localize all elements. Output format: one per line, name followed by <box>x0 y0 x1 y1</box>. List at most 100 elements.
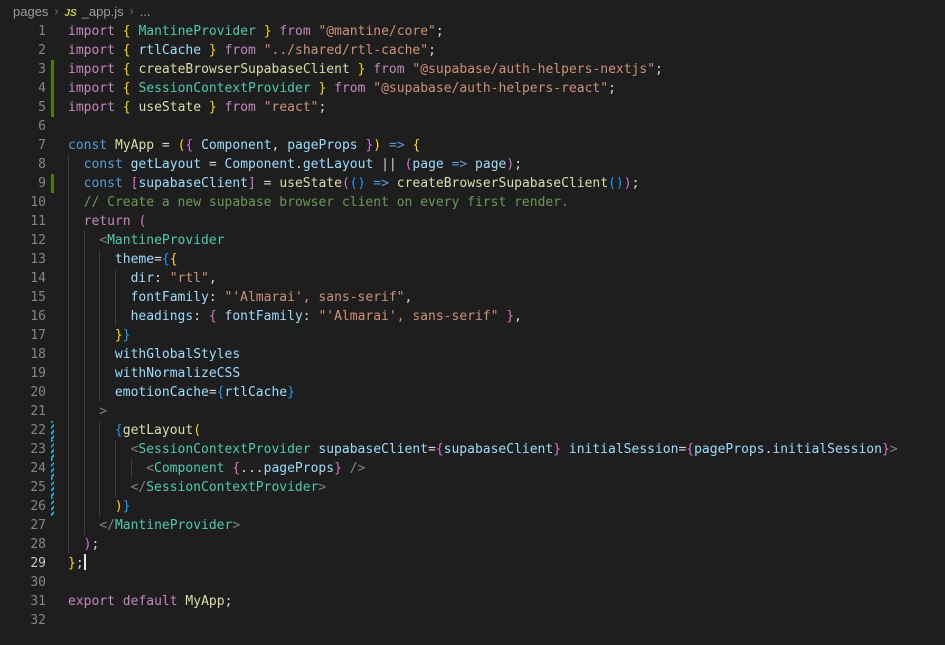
code-text[interactable]: <MantineProvider <box>68 231 225 250</box>
code-line[interactable]: 20 emotionCache={rtlCache} <box>0 383 945 402</box>
line-number[interactable]: 15 <box>0 288 46 307</box>
line-number[interactable]: 14 <box>0 269 46 288</box>
code-text[interactable]: import { createBrowserSupabaseClient } f… <box>68 60 663 79</box>
code-text[interactable]: // Create a new supabase browser client … <box>68 193 569 212</box>
code-text[interactable]: dir: "rtl", <box>68 269 217 288</box>
code-text[interactable]: ); <box>68 535 99 554</box>
line-number[interactable]: 16 <box>0 307 46 326</box>
line-number[interactable]: 27 <box>0 516 46 535</box>
code-text[interactable]: const [supabaseClient] = useState(() => … <box>68 174 639 193</box>
code-text[interactable]: import { SessionContextProvider } from "… <box>68 79 616 98</box>
code-text[interactable]: > <box>68 402 107 421</box>
line-number[interactable]: 11 <box>0 212 46 231</box>
code-line[interactable]: 2 import { rtlCache } from "../shared/rtl… <box>0 41 945 60</box>
code-text[interactable]: headings: { fontFamily: "'Almarai', sans… <box>68 307 522 326</box>
code-text[interactable]: return ( <box>68 212 146 231</box>
code-text[interactable]: )} <box>68 497 131 516</box>
line-number[interactable]: 4 <box>0 79 46 98</box>
line-number[interactable]: 29 <box>0 554 46 573</box>
code-editor[interactable]: 1 import { MantineProvider } from "@manti… <box>0 22 945 630</box>
code-text[interactable]: withGlobalStyles <box>68 345 240 364</box>
line-number[interactable]: 2 <box>0 41 46 60</box>
code-line[interactable]: 19 withNormalizeCSS <box>0 364 945 383</box>
line-number[interactable]: 26 <box>0 497 46 516</box>
code-line[interactable]: 3 import { createBrowserSupabaseClient } … <box>0 60 945 79</box>
code-line[interactable]: 5 import { useState } from "react"; <box>0 98 945 117</box>
line-number[interactable]: 10 <box>0 193 46 212</box>
code-line[interactable]: 4 import { SessionContextProvider } from … <box>0 79 945 98</box>
line-number[interactable]: 3 <box>0 60 46 79</box>
code-text[interactable]: import { rtlCache } from "../shared/rtl-… <box>68 41 436 60</box>
git-added-marker[interactable] <box>51 98 54 117</box>
line-number[interactable]: 24 <box>0 459 46 478</box>
code-line[interactable]: 10 // Create a new supabase browser clien… <box>0 193 945 212</box>
line-number[interactable]: 30 <box>0 573 46 592</box>
code-line[interactable]: 27 </MantineProvider> <box>0 516 945 535</box>
git-added-marker[interactable] <box>51 174 54 193</box>
git-modified-marker[interactable] <box>51 421 54 440</box>
code-line[interactable]: 23 <SessionContextProvider supabaseClient… <box>0 440 945 459</box>
line-number[interactable]: 5 <box>0 98 46 117</box>
line-number[interactable]: 17 <box>0 326 46 345</box>
git-modified-marker[interactable] <box>51 459 54 478</box>
line-number[interactable]: 23 <box>0 440 46 459</box>
breadcrumb-item-file[interactable]: JS _app.js <box>64 4 123 19</box>
code-text[interactable]: import { useState } from "react"; <box>68 98 326 117</box>
code-line[interactable]: 31 export default MyApp; <box>0 592 945 611</box>
code-line[interactable]: 30 <box>0 573 945 592</box>
code-line[interactable]: 16 headings: { fontFamily: "'Almarai', sa… <box>0 307 945 326</box>
breadcrumb-item-folder[interactable]: pages <box>13 4 48 19</box>
code-text[interactable]: <SessionContextProvider supabaseClient={… <box>68 440 898 459</box>
line-number[interactable]: 25 <box>0 478 46 497</box>
git-added-marker[interactable] <box>51 60 54 79</box>
code-text[interactable]: </SessionContextProvider> <box>68 478 326 497</box>
line-number[interactable]: 1 <box>0 22 46 41</box>
code-line[interactable]: 28); <box>0 535 945 554</box>
code-text[interactable]: }; <box>68 554 86 573</box>
code-text[interactable]: <Component {...pageProps} /> <box>68 459 365 478</box>
git-modified-marker[interactable] <box>51 478 54 497</box>
code-line[interactable]: 17}} <box>0 326 945 345</box>
code-line[interactable]: 1 import { MantineProvider } from "@manti… <box>0 22 945 41</box>
code-line[interactable]: 29}; <box>0 554 945 573</box>
line-number[interactable]: 8 <box>0 155 46 174</box>
git-added-marker[interactable] <box>51 79 54 98</box>
code-line[interactable]: 25 </SessionContextProvider> <box>0 478 945 497</box>
line-number[interactable]: 6 <box>0 117 46 136</box>
line-number[interactable]: 28 <box>0 535 46 554</box>
code-text[interactable]: import { MantineProvider } from "@mantin… <box>68 22 444 41</box>
code-line[interactable]: 21 > <box>0 402 945 421</box>
code-line[interactable]: 32 <box>0 611 945 630</box>
line-number[interactable]: 20 <box>0 383 46 402</box>
line-number[interactable]: 9 <box>0 174 46 193</box>
code-line[interactable]: 26)} <box>0 497 945 516</box>
code-line[interactable]: 13 theme={{ <box>0 250 945 269</box>
code-text[interactable]: emotionCache={rtlCache} <box>68 383 295 402</box>
code-line[interactable]: 14 dir: "rtl", <box>0 269 945 288</box>
code-line[interactable]: 8 const getLayout = Component.getLayout |… <box>0 155 945 174</box>
git-modified-marker[interactable] <box>51 497 54 516</box>
code-line[interactable]: 12 <MantineProvider <box>0 231 945 250</box>
code-line[interactable]: 15 fontFamily: "'Almarai', sans-serif", <box>0 288 945 307</box>
code-text[interactable]: export default MyApp; <box>68 592 232 611</box>
line-number[interactable]: 12 <box>0 231 46 250</box>
code-line[interactable]: 11 return ( <box>0 212 945 231</box>
line-number[interactable]: 31 <box>0 592 46 611</box>
code-text[interactable]: </MantineProvider> <box>68 516 240 535</box>
line-number[interactable]: 21 <box>0 402 46 421</box>
code-line[interactable]: 18 withGlobalStyles <box>0 345 945 364</box>
breadcrumb-item-symbol[interactable]: ... <box>140 4 151 19</box>
code-line[interactable]: 7 const MyApp = ({ Component, pageProps }… <box>0 136 945 155</box>
code-line[interactable]: 9 const [supabaseClient] = useState(() =>… <box>0 174 945 193</box>
code-text[interactable]: {getLayout( <box>68 421 201 440</box>
line-number[interactable]: 22 <box>0 421 46 440</box>
code-line[interactable]: 22 {getLayout( <box>0 421 945 440</box>
code-text[interactable]: }} <box>68 326 131 345</box>
git-modified-marker[interactable] <box>51 440 54 459</box>
code-text[interactable]: const MyApp = ({ Component, pageProps })… <box>68 136 420 155</box>
code-line[interactable]: 6 <box>0 117 945 136</box>
line-number[interactable]: 7 <box>0 136 46 155</box>
code-text[interactable]: withNormalizeCSS <box>68 364 240 383</box>
code-line[interactable]: 24 <Component {...pageProps} /> <box>0 459 945 478</box>
line-number[interactable]: 32 <box>0 611 46 630</box>
